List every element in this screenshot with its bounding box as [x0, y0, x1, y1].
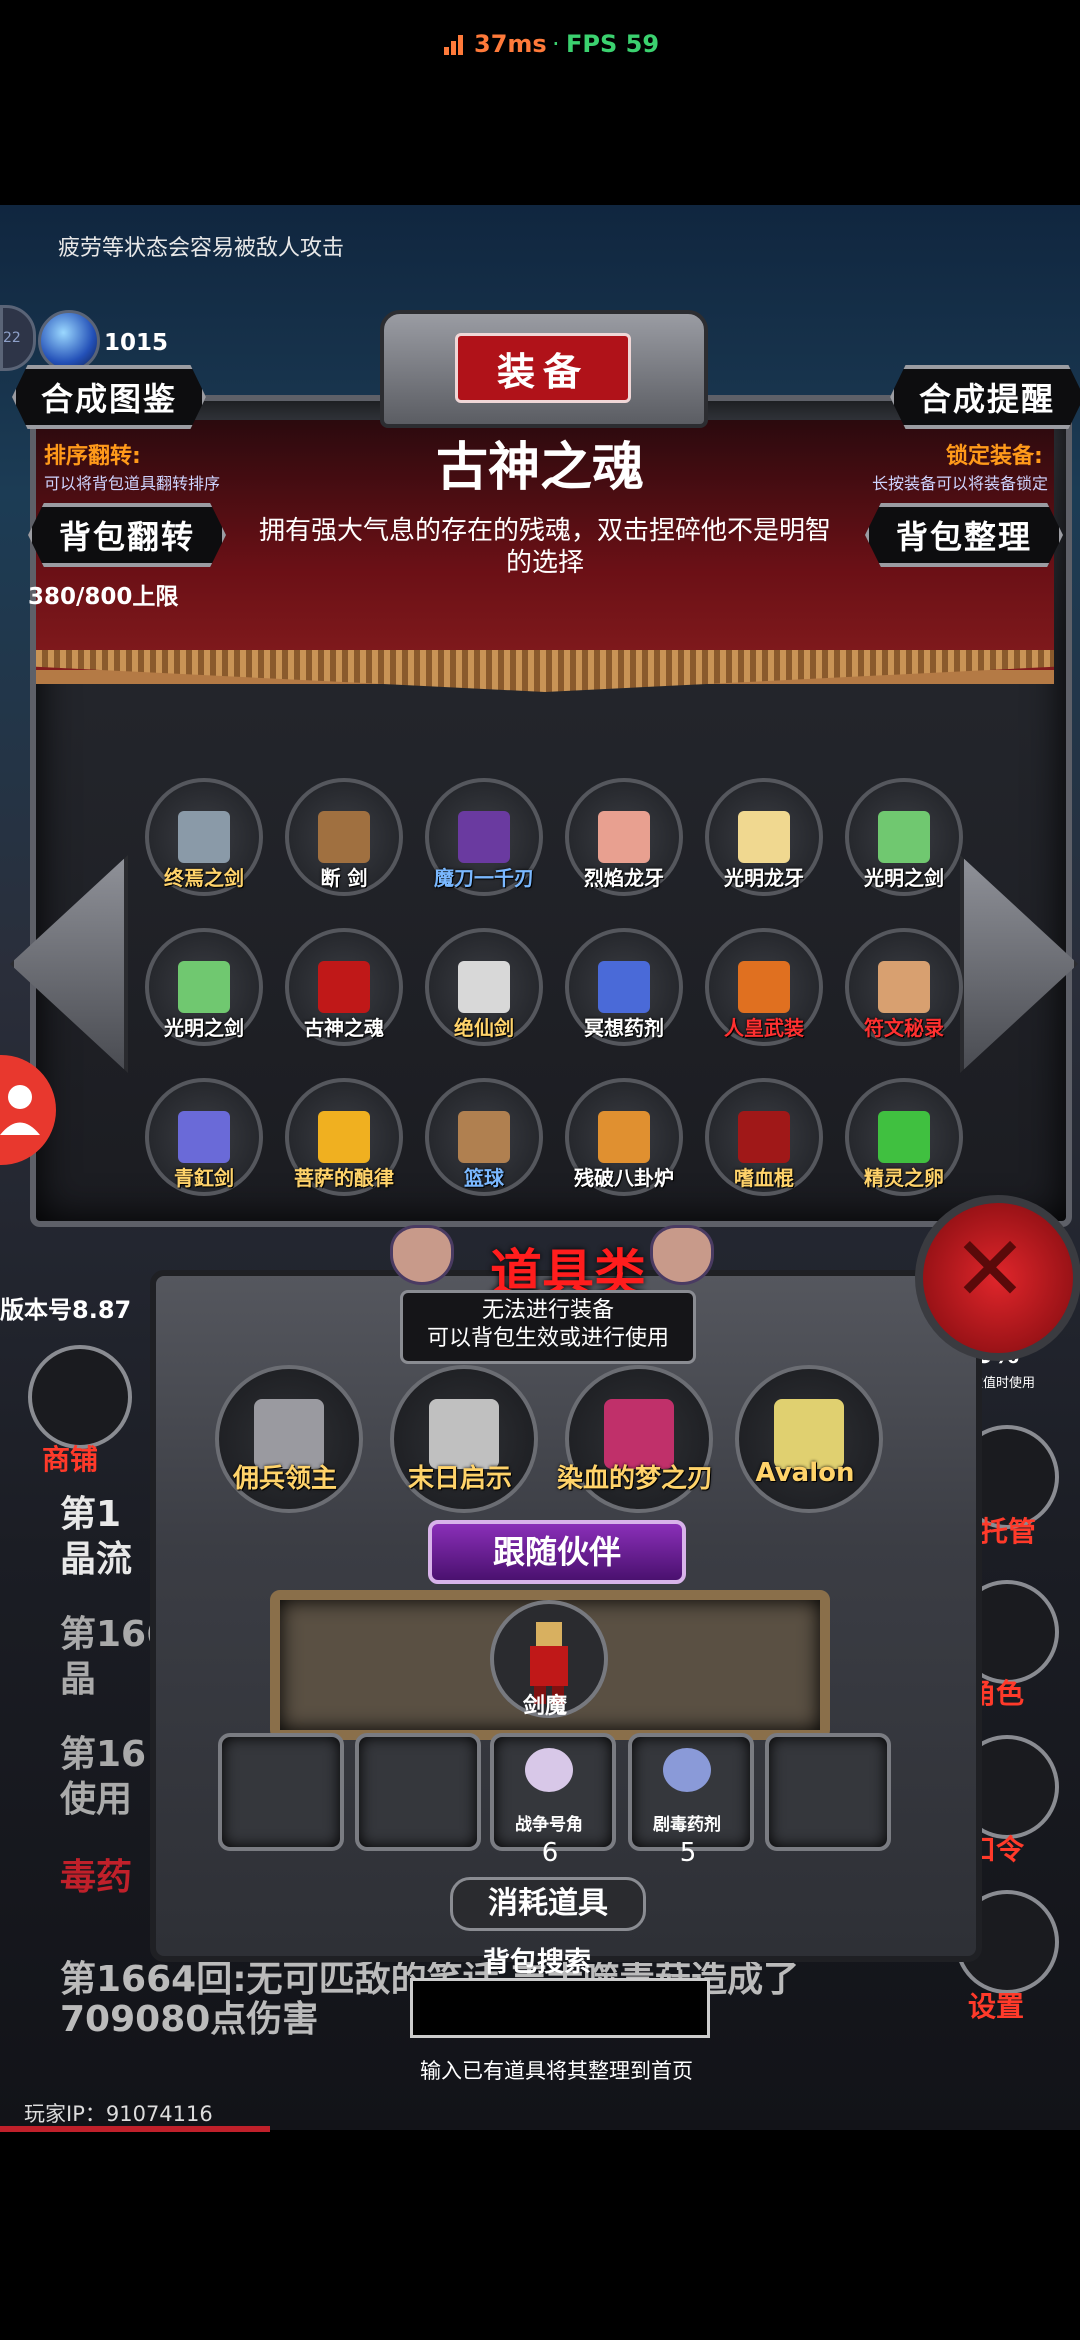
- equipment-label: 终焉之剑: [164, 866, 244, 890]
- equipment-item-icon: [598, 1111, 650, 1163]
- item-slot[interactable]: [735, 1365, 883, 1513]
- log-line: 晶: [60, 1659, 97, 1700]
- shop-label[interactable]: 商铺: [42, 1438, 98, 1478]
- sort-flip-hint: 可以将背包道具翻转排序: [44, 474, 221, 493]
- panel-title: 装备: [455, 333, 631, 403]
- search-hint: 输入已有道具将其整理到首页: [420, 2059, 693, 2083]
- player-ip: 玩家IP：91074116: [24, 2102, 213, 2126]
- close-icon: ✕: [952, 1217, 1028, 1322]
- bag-search-input[interactable]: [410, 1978, 710, 2038]
- avatar-side-button[interactable]: [0, 1055, 56, 1165]
- selected-item-name: 古神之魂: [435, 438, 644, 498]
- status-separator: ·: [552, 30, 560, 58]
- equipment-item-icon: [598, 961, 650, 1013]
- sort-flip-label: 排序翻转:: [44, 444, 141, 469]
- equipment-item-icon: [178, 961, 230, 1013]
- equipment-label: 绝仙剑: [454, 1016, 514, 1040]
- equipment-label: 菩萨的酿律: [294, 1166, 394, 1190]
- equipment-label: 光明龙牙: [724, 866, 804, 890]
- items-note-line: 可以背包生效或进行使用: [426, 1326, 669, 1351]
- equipment-label: 冥想药剂: [584, 1016, 664, 1040]
- equipment-item-icon: [598, 811, 650, 863]
- consumable-label: 剧毒药剂: [653, 1815, 721, 1835]
- equipment-label: 古神之魂: [304, 1016, 384, 1040]
- companion-title: 跟随伙伴: [428, 1520, 686, 1584]
- bag-capacity: 380/800上限: [28, 584, 179, 610]
- remind-button[interactable]: 合成提醒: [890, 365, 1080, 429]
- equipment-label: 光明之剑: [164, 1016, 244, 1040]
- codex-button[interactable]: 合成图鉴: [12, 365, 206, 429]
- equipment-item-icon: [738, 961, 790, 1013]
- consumable-label: 战争号角: [515, 1815, 583, 1835]
- equipment-label: 断 剑: [320, 866, 368, 890]
- settings-label[interactable]: 设置: [968, 1985, 1024, 2025]
- equipment-item-icon: [878, 1111, 930, 1163]
- lock-label: 锁定装备:: [946, 444, 1043, 469]
- bag-sort-button[interactable]: 背包整理: [865, 503, 1063, 567]
- search-title: 背包搜索: [483, 1947, 591, 1978]
- item-label: 染血的梦之刃: [556, 1464, 713, 1494]
- equipment-label: 篮球: [464, 1166, 504, 1190]
- equipment-label: 人皇武装: [724, 1016, 804, 1040]
- equipment-label: 精灵之卵: [864, 1166, 944, 1190]
- equipment-item-icon: [178, 1111, 230, 1163]
- progress-bar: [0, 2126, 270, 2132]
- equipment-label: 残破八卦炉: [574, 1166, 674, 1190]
- equipment-item-icon: [878, 811, 930, 863]
- tip-text: 疲劳等状态会容易被敌人攻击: [58, 236, 345, 261]
- item-label: 末日启示: [407, 1464, 512, 1494]
- consumable-slot[interactable]: [218, 1733, 344, 1851]
- equipment-label: 嗜血棍: [734, 1166, 794, 1190]
- auto-manage-label[interactable]: 托管: [980, 1510, 1036, 1550]
- ping-text: 37ms: [474, 30, 547, 58]
- selected-item-description: 拥有强大气息的存在的残魂，双击捏碎他不是明智的选择: [258, 516, 831, 578]
- equipment-label: 光明之剑: [864, 866, 944, 890]
- version-text: 版本号8.87: [0, 1296, 132, 1324]
- equipment-item-icon: [738, 811, 790, 863]
- items-note-line: 无法进行装备: [481, 1298, 614, 1323]
- consumable-icon: [525, 1748, 573, 1792]
- equipment-label: 符文秘录: [864, 1016, 944, 1040]
- equipment-item-icon: [178, 811, 230, 863]
- consumables-title: 消耗道具: [450, 1877, 646, 1931]
- lock-hint: 长按装备可以将装备锁定: [872, 474, 1049, 493]
- equipment-item-icon: [318, 811, 370, 863]
- log-line: 使用: [60, 1779, 133, 1820]
- shop-icon[interactable]: [28, 1345, 132, 1449]
- equipment-item-icon: [878, 961, 930, 1013]
- items-panel-note: 无法进行装备 可以背包生效或进行使用: [400, 1290, 696, 1364]
- signal-icon: [444, 33, 466, 55]
- consumable-icon: [663, 1748, 711, 1792]
- companion-name: 剑魔: [522, 1694, 567, 1719]
- consumable-count: 5: [679, 1838, 697, 1868]
- log-line: 晶流: [60, 1539, 133, 1580]
- item-label: Avalon: [755, 1458, 855, 1488]
- item-label: 佣兵领主: [232, 1464, 337, 1494]
- equipment-label: 魔刀一千刃: [434, 866, 534, 890]
- person-icon: [0, 1085, 40, 1135]
- bag-flip-button[interactable]: 背包翻转: [28, 503, 226, 567]
- equipment-item-icon: [318, 961, 370, 1013]
- equipment-item-icon: [458, 1111, 510, 1163]
- crystal-count: 1015: [104, 330, 169, 356]
- equipment-item-icon: [738, 1111, 790, 1163]
- equipment-label: 烈焰龙牙: [584, 866, 664, 890]
- consumable-slot[interactable]: [765, 1733, 891, 1851]
- log-line: 毒药: [60, 1857, 133, 1898]
- consumable-count: 6: [541, 1838, 559, 1868]
- equipment-label: 青釭剑: [174, 1166, 234, 1190]
- equipment-item-icon: [318, 1111, 370, 1163]
- consumable-slot[interactable]: [355, 1733, 481, 1851]
- crystal-icon: [38, 310, 100, 372]
- log-line: 709080点伤害: [60, 1999, 319, 2040]
- equipment-item-icon: [458, 811, 510, 863]
- fps-text: FPS 59: [566, 30, 660, 58]
- bag-icon: [390, 1225, 454, 1285]
- equipment-item-icon: [458, 961, 510, 1013]
